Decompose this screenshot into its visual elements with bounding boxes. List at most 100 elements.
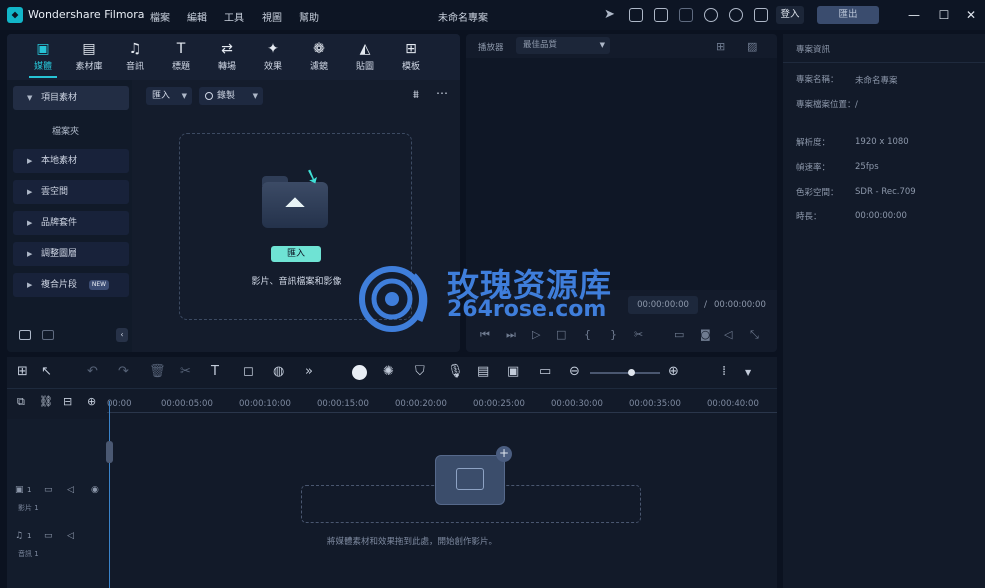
play-icon[interactable]: ▷	[532, 328, 540, 341]
menu-tools[interactable]: 工具	[224, 9, 244, 24]
volume-icon[interactable]: ◁	[67, 531, 74, 541]
color-palette-icon[interactable]: ◍	[273, 364, 284, 379]
tab-label: 模板	[401, 62, 420, 72]
zoom-in-icon[interactable]: ⊕	[668, 364, 679, 379]
maximize-icon[interactable]: ☐	[935, 6, 953, 24]
fullscreen-icon[interactable]: ⤡	[750, 328, 759, 342]
select-cursor-icon[interactable]: ↖	[41, 364, 52, 379]
undo-icon[interactable]: ↶	[87, 364, 98, 379]
add-track-icon[interactable]: ⧉	[17, 395, 25, 409]
more-tools-icon[interactable]: »	[305, 364, 313, 379]
prev-frame-icon[interactable]: ⏮	[480, 328, 490, 342]
menu-help[interactable]: 幫助	[299, 9, 319, 24]
redo-icon[interactable]: ↷	[118, 364, 129, 379]
layout-icon[interactable]	[654, 8, 668, 22]
delete-icon[interactable]: 🗑	[149, 364, 166, 379]
minimize-icon[interactable]: —	[905, 6, 923, 24]
mark-in-icon[interactable]: {	[584, 328, 591, 341]
cloud-icon[interactable]	[704, 8, 718, 22]
timeline-panel: ⊞ ↖ ↶ ↷ 🗑 ✂ T ◻ ◍ » ✺ ⛉ 🎙 ▤ ▣ ▭ ⊖ ⊕ ⁞ ▼ …	[7, 357, 777, 588]
import-dropdown[interactable]: 匯入 ▼	[146, 87, 192, 105]
send-icon[interactable]: ➤	[604, 8, 618, 22]
sidebar-item-local[interactable]: ▶ 本地素材	[13, 149, 129, 173]
login-button[interactable]: 登入	[776, 6, 804, 24]
collapse-sidebar-button[interactable]: ‹	[116, 328, 128, 342]
zoom-slider[interactable]	[590, 372, 660, 374]
split-icon[interactable]: ✂	[180, 364, 191, 379]
chevron-down-icon[interactable]: ▼	[745, 368, 751, 377]
folder-icon[interactable]: ▭	[44, 531, 53, 541]
tab-filters[interactable]: ❁ 濾鏡	[301, 38, 337, 78]
menu-view[interactable]: 視圖	[262, 9, 282, 24]
sidebar-item-compound-clip[interactable]: ▶ 複合片段 NEW	[13, 273, 129, 297]
tab-media[interactable]: ▣ 媒體	[25, 38, 61, 78]
menu-file[interactable]: 檔案	[150, 9, 170, 24]
link-icon[interactable]: ⛓	[39, 395, 53, 408]
filter-sort-icon[interactable]: ⩩	[413, 88, 419, 102]
sidebar-item-cloud[interactable]: ▶ 雲空間	[13, 180, 129, 204]
playhead[interactable]	[109, 401, 110, 588]
gift-icon[interactable]	[754, 8, 768, 22]
folder-icon[interactable]: ▭	[44, 485, 53, 495]
prop-key-location: 專案檔案位置：	[796, 100, 856, 110]
media-icon: ▣	[36, 41, 50, 57]
scissors-icon[interactable]: ✂	[634, 328, 643, 341]
tab-effects[interactable]: ✦ 效果	[255, 38, 291, 78]
unlink-icon[interactable]: ⊟	[63, 395, 72, 408]
headset-icon[interactable]	[729, 8, 743, 22]
snapshot-view-icon[interactable]: ▨	[747, 40, 757, 53]
grid-view-icon[interactable]: ⊞	[716, 40, 725, 53]
feedback-icon[interactable]	[629, 8, 643, 22]
ai-assistant-icon[interactable]	[352, 365, 367, 380]
tab-stock[interactable]: ▤ 素材庫	[71, 38, 107, 78]
tab-stickers[interactable]: ◭ 貼圖	[347, 38, 383, 78]
auto-reframe-icon[interactable]: ▣	[507, 364, 519, 379]
sidebar-item-brand-kit[interactable]: ▶ 品牌套件	[13, 211, 129, 235]
crop-icon[interactable]: ◻	[243, 364, 254, 379]
close-icon[interactable]: ✕	[962, 6, 980, 24]
stop-icon[interactable]: □	[556, 328, 566, 341]
sticker-icon: ◭	[359, 41, 371, 57]
save-icon[interactable]	[679, 8, 693, 22]
sidebar-item-project-media[interactable]: ▼ 項目素材	[13, 86, 129, 110]
next-frame-icon[interactable]: ⏭	[506, 328, 516, 342]
more-icon[interactable]: ⋯	[436, 86, 448, 100]
tab-audio[interactable]: ♫ 音訊	[117, 38, 153, 78]
sidebar-item-folder[interactable]: 檔案夾	[52, 124, 79, 137]
import-button[interactable]: 匯入	[271, 246, 321, 262]
sidebar-item-adjustment-layer[interactable]: ▶ 調整圖層	[13, 242, 129, 266]
mark-out-icon[interactable]: }	[610, 328, 617, 341]
quality-dropdown[interactable]: 最佳品質 ▼	[516, 37, 610, 54]
tab-templates[interactable]: ⊞ 模板	[393, 38, 429, 78]
menu-edit[interactable]: 編輯	[187, 9, 207, 24]
track-resize-handle[interactable]	[106, 441, 113, 463]
voiceover-icon[interactable]: ▤	[477, 364, 489, 379]
shield-icon[interactable]: ⛉	[415, 364, 425, 379]
layout-grid-icon[interactable]: ⊞	[17, 364, 28, 379]
timeline-ruler[interactable]: 00:00 00:00:05:00 00:00:10:00 00:00:15:0…	[107, 395, 777, 413]
volume-icon[interactable]: ◁	[724, 328, 732, 341]
microphone-icon[interactable]: 🎙	[447, 364, 464, 379]
eye-icon[interactable]: ◉	[91, 485, 99, 495]
tab-transitions[interactable]: ⇄ 轉場	[209, 38, 245, 78]
track-layout-icon[interactable]: ⁞	[722, 364, 726, 379]
display-icon[interactable]: ▭	[674, 328, 684, 341]
preview-canvas[interactable]	[466, 58, 777, 290]
add-media-icon[interactable]: +	[496, 446, 512, 462]
zoom-out-icon[interactable]: ⊖	[569, 364, 580, 379]
text-tool-icon[interactable]: T	[211, 364, 219, 379]
record-dropdown[interactable]: 錄製 ▼	[199, 87, 263, 105]
folder-icon[interactable]	[42, 330, 54, 340]
timecode-current[interactable]: 00:00:00:00	[628, 296, 698, 314]
prop-value-resolution: 1920 x 1080	[855, 137, 909, 147]
render-icon[interactable]: ✺	[383, 364, 394, 379]
snap-icon[interactable]: ⊕	[87, 395, 96, 408]
new-folder-icon[interactable]	[19, 330, 31, 340]
zoom-slider-handle[interactable]	[628, 369, 635, 376]
volume-icon[interactable]: ◁	[67, 485, 74, 495]
export-button[interactable]: 匯出	[817, 6, 879, 24]
transition-icon: ⇄	[221, 41, 233, 57]
camera-icon[interactable]: ◙	[700, 328, 711, 341]
tab-titles[interactable]: T 標題	[163, 38, 199, 78]
snapshot-icon[interactable]: ▭	[539, 364, 551, 379]
